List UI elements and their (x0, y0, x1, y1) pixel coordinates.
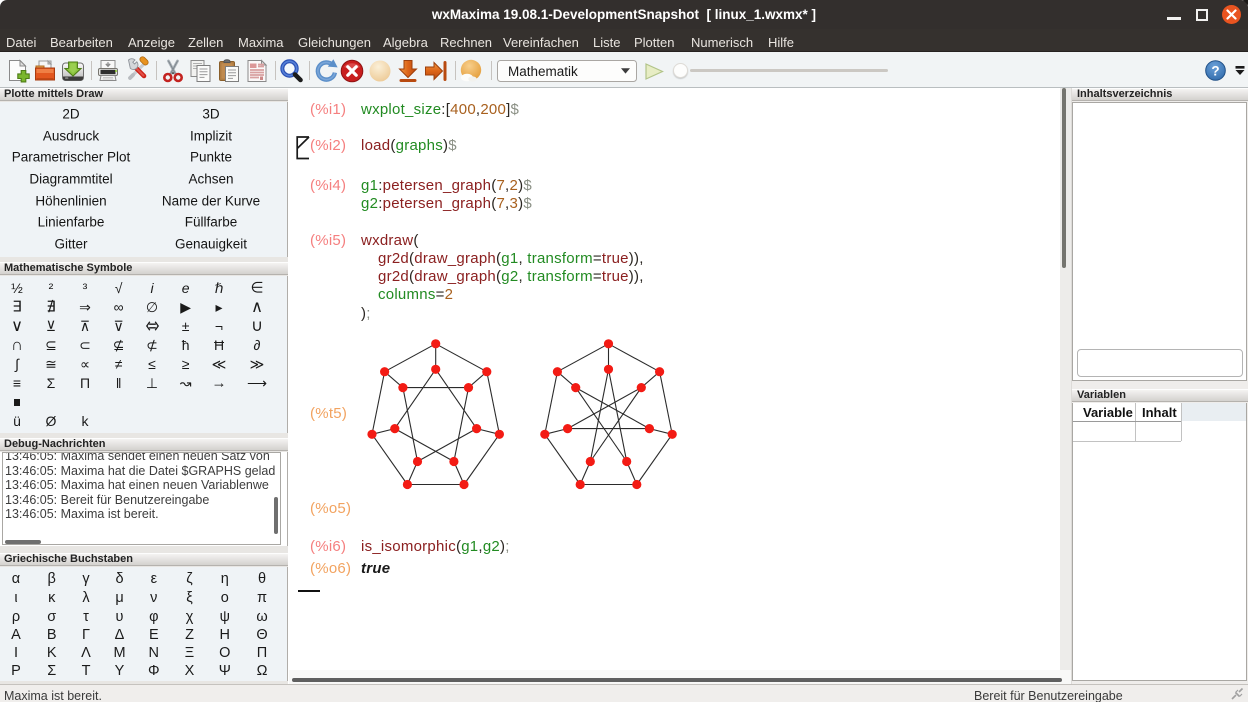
svg-text:?: ? (1211, 63, 1219, 78)
